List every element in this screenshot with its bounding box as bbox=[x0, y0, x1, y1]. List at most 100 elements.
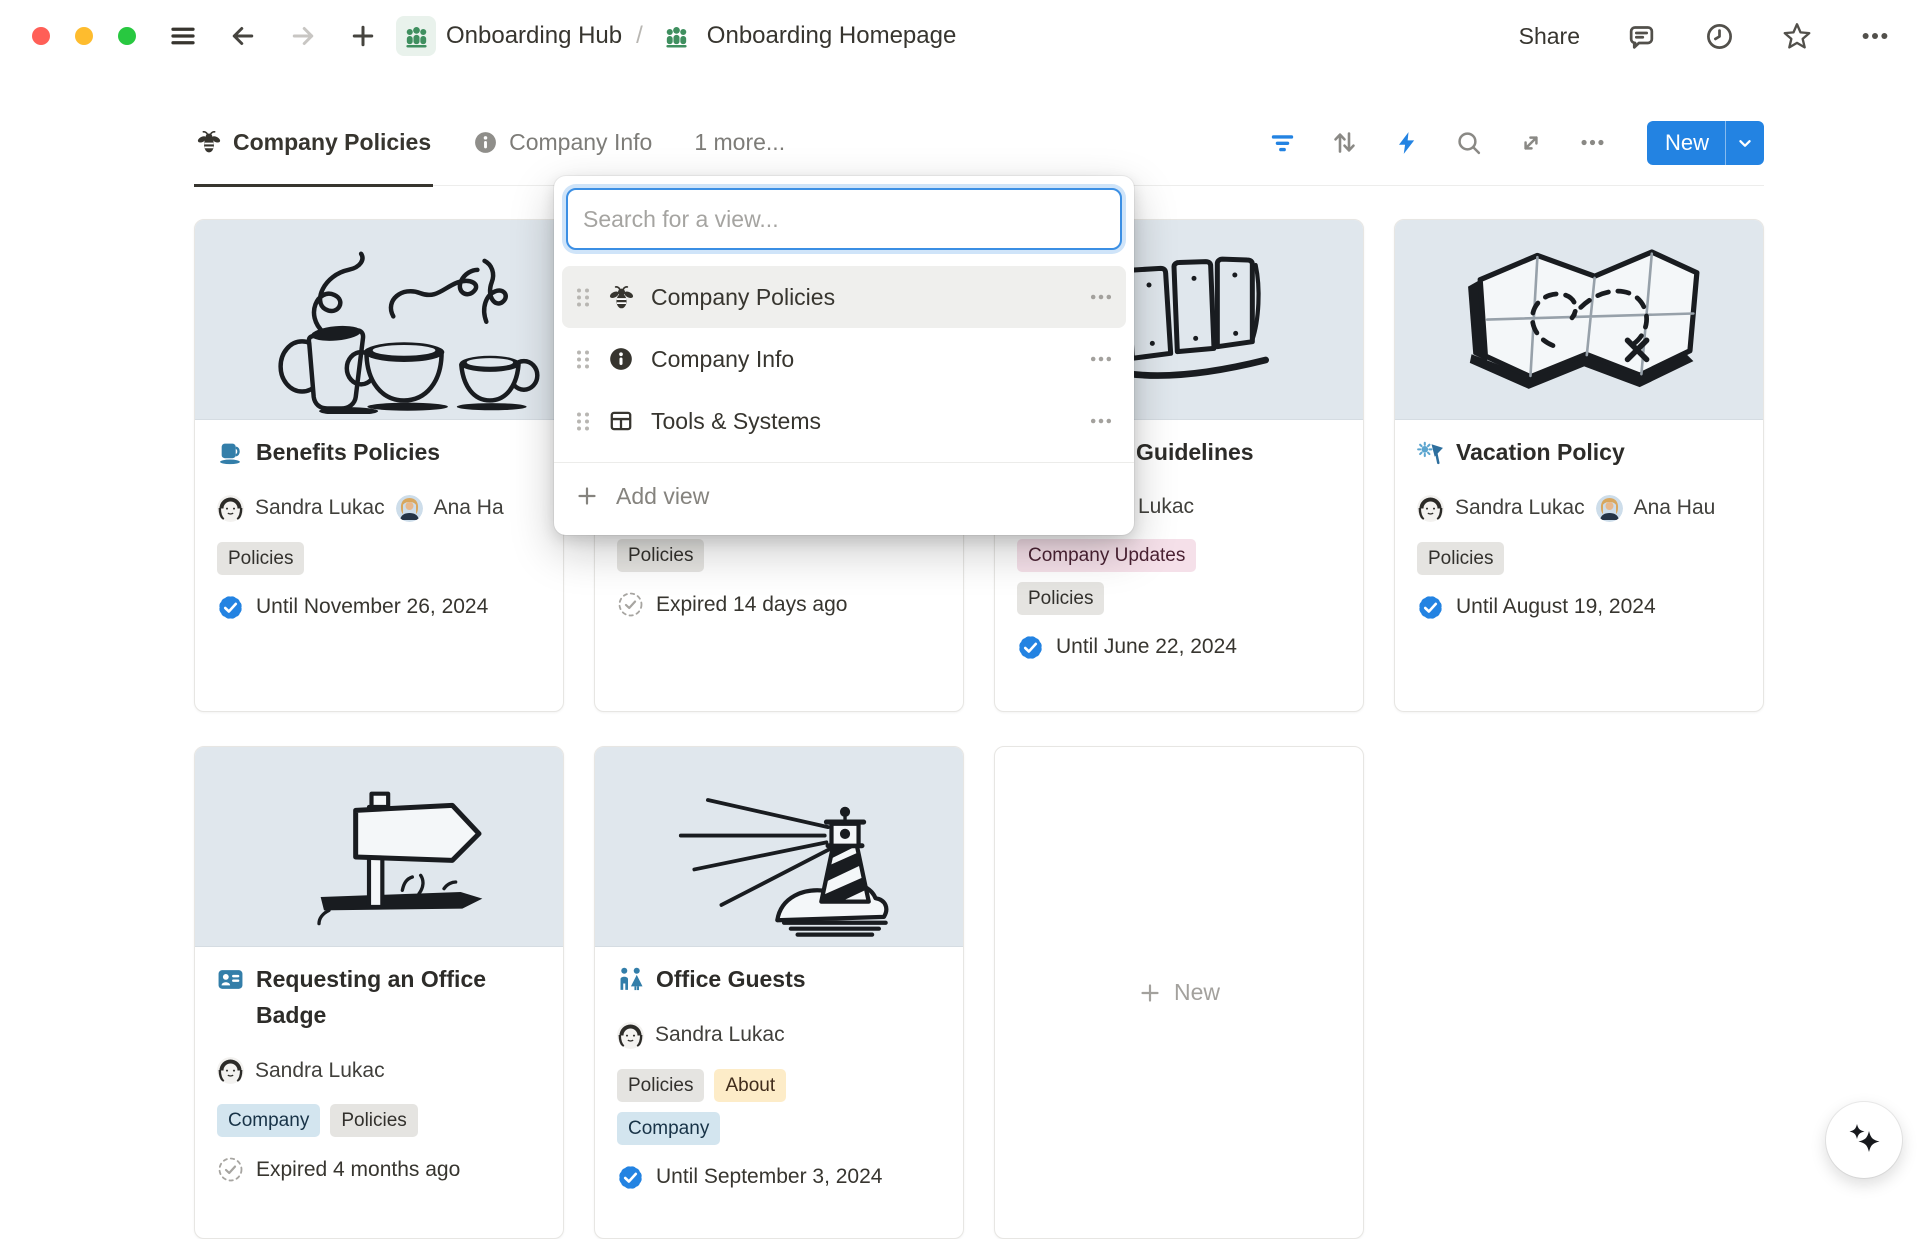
new-button[interactable]: New bbox=[1647, 121, 1764, 165]
person-name: Sandra Lukac bbox=[255, 1059, 385, 1083]
person-name: Sandra Lukac bbox=[255, 496, 385, 520]
tab-label: 1 more... bbox=[694, 129, 785, 156]
vacation-icon bbox=[1417, 439, 1444, 466]
verified-badge-icon bbox=[1017, 634, 1044, 661]
menu-item-company-info[interactable]: Company Info bbox=[562, 328, 1126, 390]
lighthouse-illustration bbox=[595, 747, 963, 947]
person-name: Lukac bbox=[1138, 495, 1194, 519]
add-view-button[interactable]: Add view bbox=[554, 465, 1134, 527]
person-row: Sandra Lukac bbox=[617, 1022, 941, 1049]
favorite-star-icon[interactable] bbox=[1780, 19, 1814, 53]
card-vacation-policy[interactable]: Vacation Policy Sandra Lukac Ana Hau Pol… bbox=[1394, 219, 1764, 712]
onboarding-homepage-page-icon bbox=[657, 16, 697, 56]
card-title: Benefits Policies bbox=[217, 435, 541, 471]
view-search-input[interactable] bbox=[566, 188, 1122, 250]
drag-handle-icon[interactable] bbox=[574, 409, 594, 434]
onboarding-hub-page-icon bbox=[396, 16, 436, 56]
tag-row: Policies About bbox=[617, 1069, 941, 1102]
status-row: Until September 3, 2024 bbox=[617, 1164, 941, 1191]
close-window-button[interactable] bbox=[32, 27, 50, 45]
chevron-down-icon[interactable] bbox=[1726, 121, 1764, 165]
card-title: Vacation Policy bbox=[1417, 435, 1741, 471]
person-name: Sandra Lukac bbox=[1455, 496, 1585, 520]
notion-ai-button[interactable] bbox=[1826, 1102, 1902, 1178]
new-page-icon[interactable] bbox=[346, 19, 380, 53]
tab-more-views[interactable]: 1 more... bbox=[692, 100, 787, 187]
tab-label: Company Info bbox=[509, 129, 652, 156]
automations-lightning-icon[interactable] bbox=[1393, 129, 1421, 157]
sparkles-icon bbox=[1842, 1118, 1886, 1162]
share-button[interactable]: Share bbox=[1519, 23, 1580, 50]
drag-handle-icon[interactable] bbox=[574, 285, 594, 310]
tab-company-policies[interactable]: Company Policies bbox=[194, 100, 433, 187]
traffic-lights bbox=[32, 27, 136, 45]
tag: Company bbox=[617, 1112, 720, 1145]
tag: Policies bbox=[1417, 542, 1504, 575]
history-clock-icon[interactable] bbox=[1702, 19, 1736, 53]
tag: Policies bbox=[617, 1069, 704, 1102]
breadcrumb-current[interactable]: Onboarding Homepage bbox=[707, 22, 957, 50]
card-office-guests[interactable]: Office Guests Sandra Lukac Policies Abou… bbox=[594, 746, 964, 1239]
more-options-icon[interactable] bbox=[1858, 19, 1892, 53]
forward-icon[interactable] bbox=[286, 19, 320, 53]
add-view-label: Add view bbox=[616, 483, 709, 510]
zoom-window-button[interactable] bbox=[118, 27, 136, 45]
new-button-label: New bbox=[1647, 130, 1725, 156]
tag: Policies bbox=[617, 539, 704, 572]
expired-badge-icon bbox=[617, 591, 644, 618]
breadcrumb: Onboarding Hub / Onboarding Homepage bbox=[396, 16, 956, 56]
tag-row: Policies bbox=[1417, 542, 1741, 575]
view-more-icon[interactable] bbox=[1579, 129, 1607, 157]
tag-row: Company Updates bbox=[1017, 539, 1341, 572]
new-item-card[interactable]: New bbox=[994, 746, 1364, 1239]
drag-handle-icon[interactable] bbox=[574, 347, 594, 372]
search-icon[interactable] bbox=[1455, 129, 1483, 157]
filter-icon[interactable] bbox=[1269, 129, 1297, 157]
mugs-illustration bbox=[195, 220, 563, 420]
plus-icon bbox=[575, 484, 599, 508]
avatar-sandra bbox=[217, 495, 244, 522]
bee-icon bbox=[196, 129, 222, 155]
item-options-icon[interactable] bbox=[1088, 408, 1114, 434]
info-icon bbox=[608, 346, 635, 372]
tag: About bbox=[714, 1069, 786, 1102]
sidebar-menu-icon[interactable] bbox=[166, 19, 200, 53]
signpost-illustration bbox=[195, 747, 563, 947]
view-switcher-menu: Company Policies Company Info bbox=[554, 176, 1134, 535]
card-requesting-office-badge[interactable]: Requesting an Office Badge Sandra Lukac … bbox=[194, 746, 564, 1239]
card-benefits-policies[interactable]: Benefits Policies Sandra Lukac Ana Ha Po… bbox=[194, 219, 564, 712]
item-options-icon[interactable] bbox=[1088, 346, 1114, 372]
tag-row: Company bbox=[617, 1112, 941, 1145]
tag: Company bbox=[217, 1104, 320, 1137]
menu-item-tools-systems[interactable]: Tools & Systems bbox=[562, 390, 1126, 452]
table-icon bbox=[608, 408, 635, 434]
tab-company-info[interactable]: Company Info bbox=[471, 100, 654, 187]
bee-icon bbox=[608, 284, 635, 311]
sort-icon[interactable] bbox=[1331, 129, 1359, 157]
comments-icon[interactable] bbox=[1624, 19, 1658, 53]
status-row: Until November 26, 2024 bbox=[217, 594, 541, 621]
new-item-label: New bbox=[1174, 979, 1220, 1006]
view-tabbar: Company Policies Company Info 1 more... bbox=[194, 100, 1764, 186]
person-row: Sandra Lukac Ana Ha bbox=[217, 495, 541, 522]
tag: Policies bbox=[1017, 582, 1104, 615]
tag-row: Policies bbox=[1017, 582, 1341, 615]
menu-item-label: Company Policies bbox=[651, 284, 835, 311]
avatar-ana bbox=[396, 495, 423, 522]
two-people-icon bbox=[617, 966, 644, 993]
tag-row: Company Policies bbox=[217, 1104, 541, 1137]
status-row: Expired 14 days ago bbox=[617, 591, 941, 618]
back-icon[interactable] bbox=[226, 19, 260, 53]
avatar-ana bbox=[1596, 495, 1623, 522]
item-options-icon[interactable] bbox=[1088, 284, 1114, 310]
menu-item-company-policies[interactable]: Company Policies bbox=[562, 266, 1126, 328]
person-row: Sandra Lukac Ana Hau bbox=[1417, 495, 1741, 522]
person-name: Sandra Lukac bbox=[655, 1023, 785, 1047]
breadcrumb-root[interactable]: Onboarding Hub bbox=[446, 22, 622, 50]
tag-row: Policies bbox=[217, 542, 541, 575]
expand-icon[interactable] bbox=[1517, 129, 1545, 157]
minimize-window-button[interactable] bbox=[75, 27, 93, 45]
plus-icon bbox=[1138, 981, 1162, 1005]
tag: Policies bbox=[330, 1104, 417, 1137]
verified-badge-icon bbox=[1417, 594, 1444, 621]
